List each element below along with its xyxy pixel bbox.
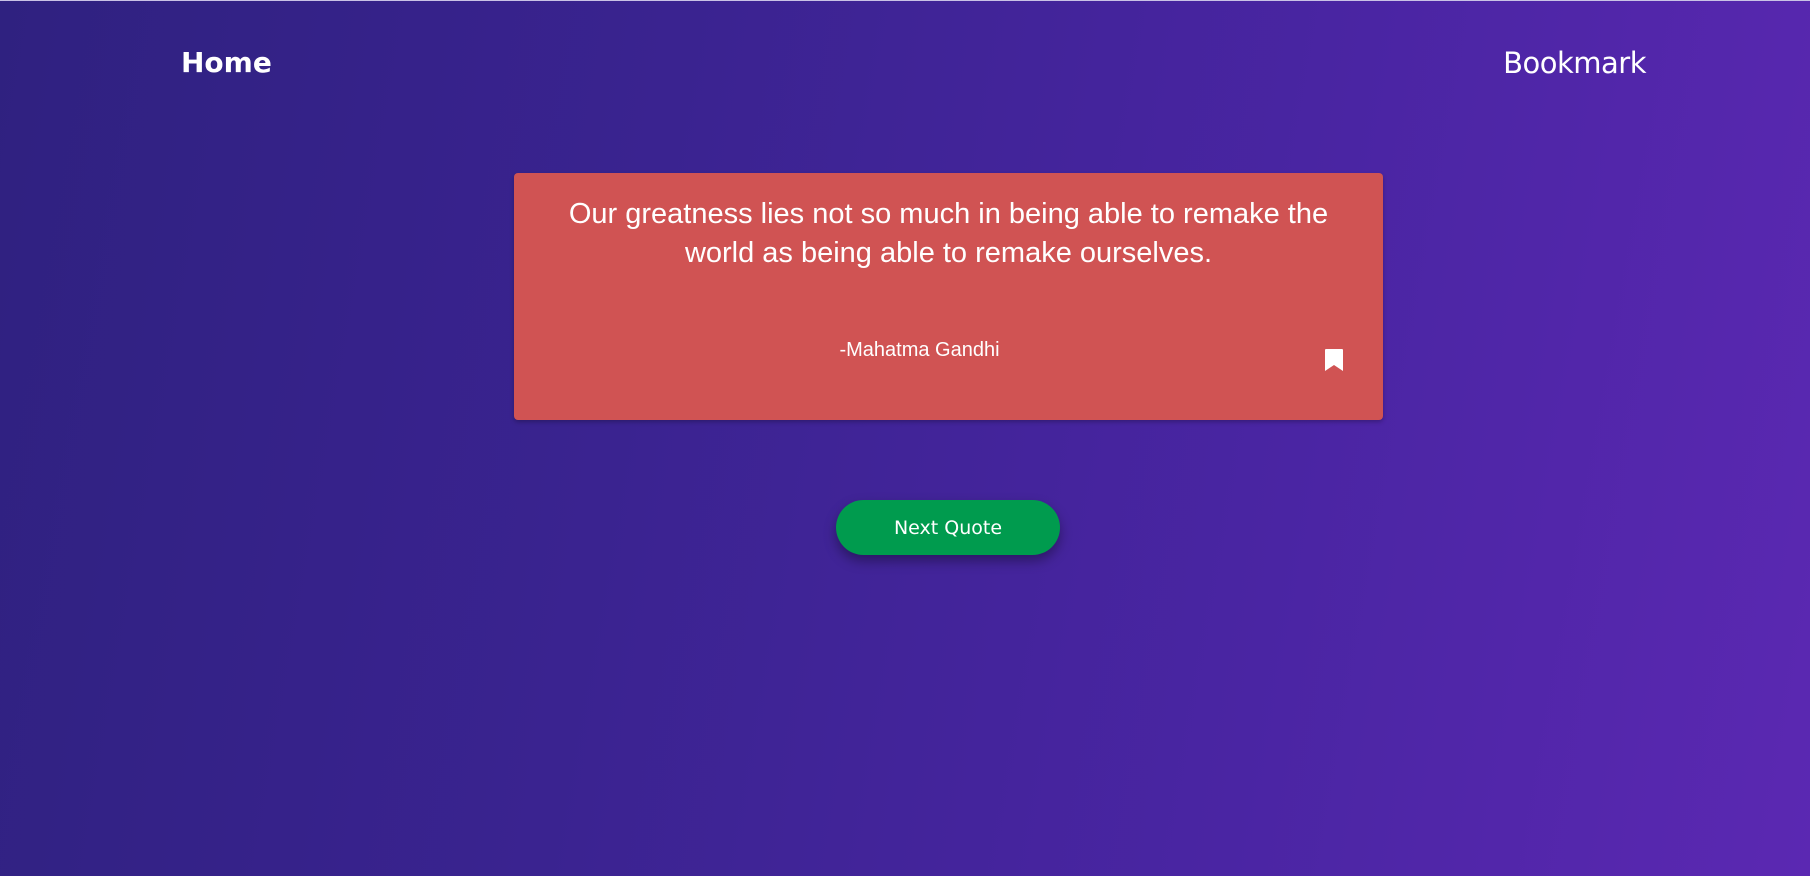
top-border [0,0,1810,1]
bookmark-icon[interactable] [1323,348,1345,372]
quote-text: Our greatness lies not so much in being … [568,198,1329,269]
quote-card: Our greatness lies not so much in being … [514,173,1383,420]
next-quote-button[interactable]: Next Quote [836,500,1060,555]
nav-bookmark-link[interactable]: Bookmark [1503,46,1646,80]
quote-author: -Mahatma Gandhi [839,339,1000,361]
nav-home-link[interactable]: Home [181,46,272,79]
